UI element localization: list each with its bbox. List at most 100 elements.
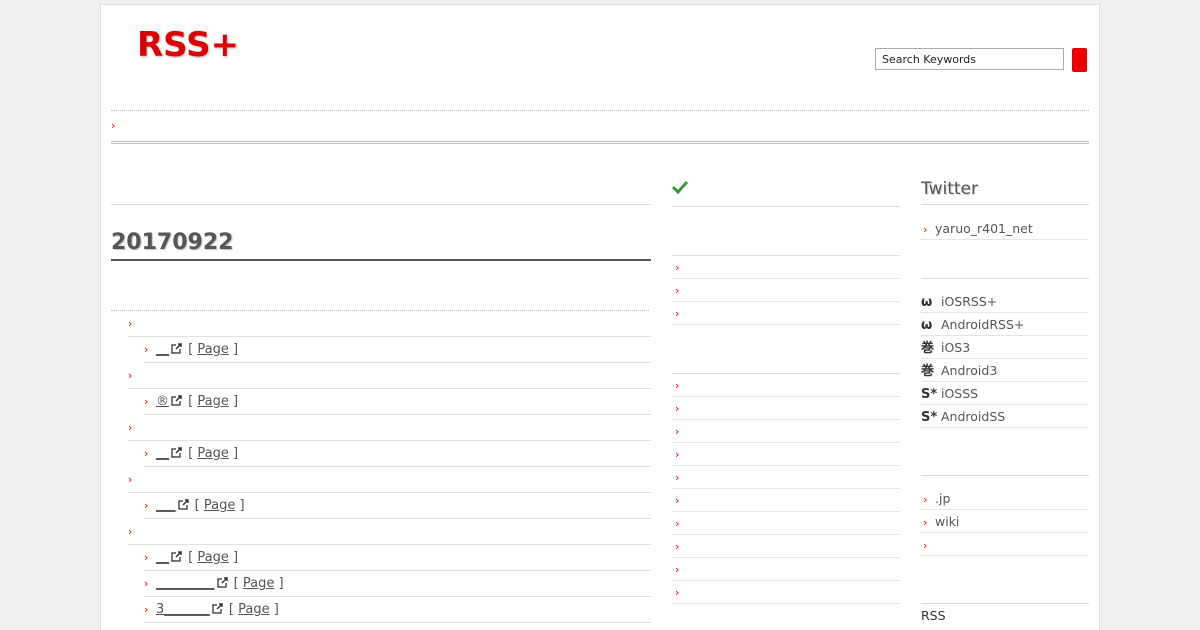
list-item[interactable]: › xyxy=(672,420,900,443)
page-link[interactable]: Page xyxy=(197,550,228,565)
category-row[interactable]: › xyxy=(128,363,651,389)
chevron-right-icon: › xyxy=(675,494,680,507)
chevron-right-icon: › xyxy=(675,307,680,320)
chevron-right-icon: › xyxy=(144,577,149,590)
sidebar-link[interactable]: › .jp xyxy=(921,487,1089,510)
chevron-right-icon: › xyxy=(128,317,133,330)
rss-label: RSS xyxy=(921,608,946,623)
chevron-right-icon: › xyxy=(923,516,928,529)
article-link[interactable]: __ xyxy=(156,550,169,565)
post-subheader xyxy=(111,261,649,311)
sidebar-link[interactable]: › xyxy=(921,533,1089,556)
article-link[interactable]: ® xyxy=(156,394,169,409)
search-input[interactable] xyxy=(875,48,1064,70)
app-link[interactable]: S* AndroidSS xyxy=(921,405,1089,428)
sidebar-link[interactable]: › wiki xyxy=(921,510,1089,533)
chevron-right-icon: › xyxy=(144,343,149,356)
external-link-icon xyxy=(171,395,182,406)
chevron-right-icon: › xyxy=(675,261,680,274)
article-link[interactable]: ___ xyxy=(156,498,176,513)
list-item[interactable]: › xyxy=(672,397,900,420)
chevron-right-icon[interactable]: › xyxy=(111,119,123,132)
external-link-icon xyxy=(212,603,223,614)
page-link[interactable]: Page xyxy=(197,446,228,461)
chevron-right-icon: › xyxy=(144,499,149,512)
list-item[interactable]: › xyxy=(672,256,900,279)
search-button[interactable] xyxy=(1072,48,1087,72)
list-item[interactable]: › xyxy=(672,535,900,558)
list-item[interactable]: › xyxy=(672,581,900,604)
article-list: › › __ [ Page ] › › ® [ Page ] › › __ [ Page ] › ›… xyxy=(111,311,651,623)
app-link[interactable]: ω iOSRSS+ xyxy=(921,290,1089,313)
page-link[interactable]: Page xyxy=(197,394,228,409)
article-link[interactable]: __ xyxy=(156,446,169,461)
page-link[interactable]: Page xyxy=(238,602,269,617)
article-item: › __ [ Page ] xyxy=(144,441,651,467)
category-row[interactable]: › xyxy=(128,467,651,493)
category-row[interactable]: › xyxy=(128,311,651,337)
page-link[interactable]: Page xyxy=(197,342,228,357)
chevron-right-icon: › xyxy=(144,447,149,460)
article-item: › ® [ Page ] xyxy=(144,389,651,415)
list-item[interactable]: › xyxy=(672,374,900,397)
list-item[interactable]: › xyxy=(672,279,900,302)
link-list: › .jp › wiki › xyxy=(921,487,1089,556)
chevron-right-icon: › xyxy=(128,525,133,538)
chevron-right-icon: › xyxy=(675,586,680,599)
app-icon: 巻 xyxy=(921,364,935,379)
app-icon: ω xyxy=(921,295,933,310)
app-label: iOSSS xyxy=(941,386,979,401)
external-link-icon xyxy=(171,343,182,354)
article-link[interactable]: __ xyxy=(156,342,169,357)
app-icon: S* xyxy=(921,387,938,402)
app-label: iOSRSS+ xyxy=(941,294,998,309)
check-header xyxy=(672,170,900,207)
category-row[interactable]: › xyxy=(128,519,651,545)
sidebar-link-label: wiki xyxy=(935,514,960,529)
app-icon: ω xyxy=(921,318,933,333)
list-item[interactable]: › xyxy=(672,489,900,512)
sidebar-link-label: .jp xyxy=(935,491,951,506)
article-item: › 3_______ [ Page ] xyxy=(144,597,651,623)
twitter-title: Twitter xyxy=(921,170,1089,205)
app-label: Android3 xyxy=(941,363,998,378)
external-link-icon xyxy=(171,447,182,458)
chevron-right-icon: › xyxy=(675,563,680,576)
chevron-right-icon: › xyxy=(923,223,928,236)
app-link[interactable]: 巻 iOS3 xyxy=(921,336,1089,359)
chevron-right-icon: › xyxy=(675,540,680,553)
list-item[interactable]: › xyxy=(672,443,900,466)
article-item: › __ [ Page ] xyxy=(144,337,651,363)
article-link[interactable]: 3_______ xyxy=(156,602,210,617)
main-column: 20170922 › › __ [ Page ] › › ® [ Page ] › › __ [… xyxy=(111,170,651,623)
site-logo[interactable]: RSS+ xyxy=(137,25,239,65)
divider xyxy=(921,428,1089,476)
app-link[interactable]: S* iOSSS xyxy=(921,382,1089,405)
list-item[interactable]: › xyxy=(672,466,900,489)
chevron-right-icon: › xyxy=(128,369,133,382)
page-link[interactable]: Page xyxy=(243,576,274,591)
twitter-user-link[interactable]: › yaruo_r401_net xyxy=(921,217,1089,240)
external-link-icon xyxy=(177,499,189,510)
app-icon: S* xyxy=(921,410,938,425)
middle-column: › › › › › › › › › › › › › xyxy=(672,170,900,604)
category-row[interactable]: › xyxy=(128,415,651,441)
external-link-icon xyxy=(216,577,228,588)
list-item[interactable]: › xyxy=(672,558,900,581)
article-item: › __ [ Page ] xyxy=(144,545,651,571)
page-link[interactable]: Page xyxy=(204,498,235,513)
list-item[interactable]: › xyxy=(672,512,900,535)
list-item[interactable]: › xyxy=(672,302,900,325)
app-link[interactable]: 巻 Android3 xyxy=(921,359,1089,382)
post-title: 20170922 xyxy=(111,229,651,261)
chevron-right-icon: › xyxy=(675,379,680,392)
chevron-right-icon: › xyxy=(675,471,680,484)
app-link[interactable]: ω AndroidRSS+ xyxy=(921,313,1089,336)
article-link[interactable]: _________ xyxy=(156,576,215,591)
right-sidebar: Twitter › yaruo_r401_net ω iOSRSS+ ω Android… xyxy=(921,170,1089,623)
middle-list-1: › › › xyxy=(672,256,900,325)
app-label: iOS3 xyxy=(941,340,971,355)
chevron-right-icon: › xyxy=(675,284,680,297)
divider xyxy=(672,207,900,256)
divider xyxy=(921,556,1089,604)
